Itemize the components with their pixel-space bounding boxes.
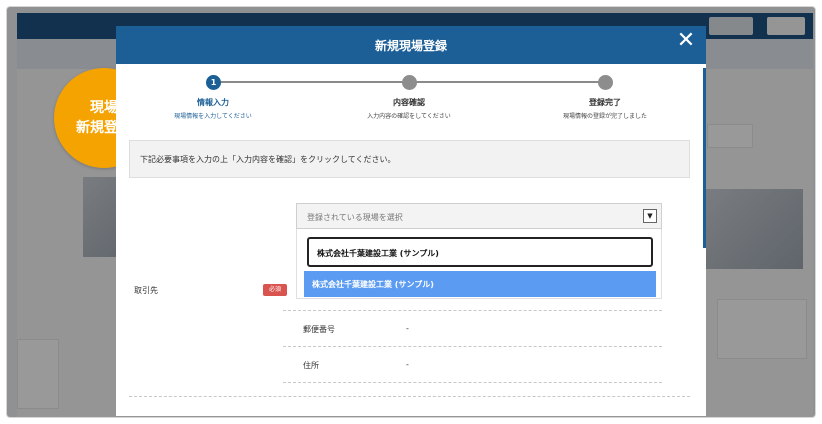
instruction-text: 下記必要事項を入力の上「入力内容を確認」をクリックしてください。 (140, 155, 396, 164)
step-1-label: 情報入力 (197, 98, 229, 107)
row-divider (283, 346, 662, 347)
modal-header: 新規現場登録 ✕ (116, 26, 706, 64)
stepper-connector (409, 81, 605, 83)
client-label: 取引先 (134, 286, 158, 295)
modal-scrollbar[interactable] (703, 68, 706, 248)
site-select-placeholder: 登録されている現場を選択 (307, 213, 403, 222)
step-2-description: 入力内容の確認をしてください (367, 113, 451, 120)
dropdown-option[interactable]: 株式会社千葉建設工業 (サンプル) (304, 271, 656, 297)
close-icon[interactable]: ✕ (674, 29, 698, 53)
address-label: 住所 (303, 361, 319, 370)
required-badge: 必須 (263, 284, 287, 296)
site-select[interactable]: 登録されている現場を選択 ▼ (296, 203, 662, 229)
row-divider (283, 382, 662, 383)
instruction-notice: 下記必要事項を入力の上「入力内容を確認」をクリックしてください。 (129, 140, 690, 178)
address-value: - (406, 360, 409, 369)
step-3-label: 登録完了 (589, 98, 621, 107)
step-2-label: 内容確認 (393, 98, 425, 107)
section-divider (129, 396, 690, 397)
modal-title: 新規現場登録 (374, 39, 447, 53)
step-1-indicator: 1 (206, 75, 221, 90)
postal-code-value: - (406, 324, 409, 333)
badge-line-1: 現場 (90, 100, 118, 116)
step-2-indicator (402, 75, 417, 90)
step-3-description: 現場情報の登録が完了しました (562, 113, 647, 120)
dropdown-search-input[interactable]: 株式会社千葉建設工業 (サンプル) (307, 237, 653, 267)
dropdown-option-label: 株式会社千葉建設工業 (サンプル) (312, 280, 434, 289)
step-3-indicator (598, 75, 613, 90)
postal-code-label: 郵便番号 (303, 325, 335, 334)
dropdown-arrow-icon[interactable]: ▼ (643, 209, 657, 223)
stepper-connector (213, 81, 409, 83)
dropdown-search-value: 株式会社千葉建設工業 (サンプル) (317, 249, 439, 258)
row-divider (283, 310, 662, 311)
step-1-description: 現場情報を入力してください (174, 113, 252, 120)
